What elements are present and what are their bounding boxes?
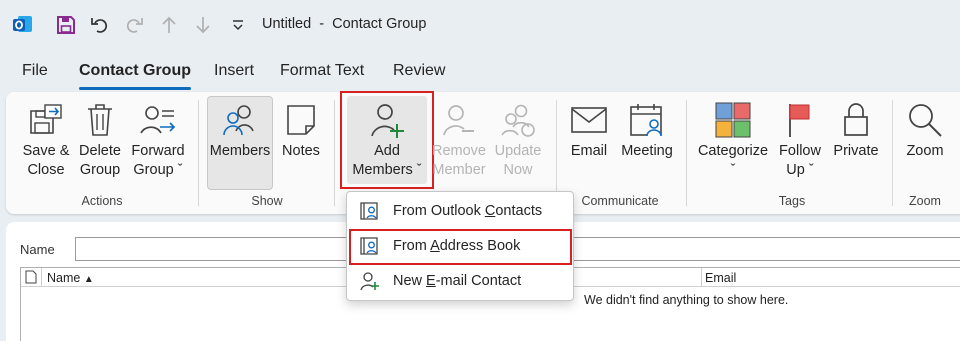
next-item-icon[interactable] [190, 12, 216, 38]
save-icon[interactable] [53, 12, 79, 38]
remove-person-icon [431, 98, 487, 142]
column-divider [41, 268, 42, 287]
delete-group-label-1: Delete [79, 143, 121, 159]
show-group-label: Show [251, 194, 283, 208]
forward-group-button[interactable]: Forward Group ˇ [128, 98, 188, 180]
private-button[interactable]: Private [828, 98, 884, 161]
outlook-icon[interactable] [10, 12, 36, 38]
remove-member-label-2: Member [432, 162, 486, 178]
delete-group-label-2: Group [79, 162, 121, 178]
categorize-icon [696, 98, 770, 142]
follow-up-button[interactable]: Follow Up ˇ [774, 98, 826, 180]
update-people-icon [490, 98, 546, 142]
save-close-icon [19, 98, 73, 142]
notes-button[interactable]: Notes [278, 98, 324, 161]
flag-icon [774, 98, 826, 142]
lock-icon [828, 98, 884, 142]
save-close-label-1: Save & [22, 143, 70, 159]
tab-review[interactable]: Review [393, 62, 445, 80]
contacts-book-icon [347, 201, 393, 221]
notes-icon [278, 98, 324, 142]
follow-up-label-2: Up ˇ [786, 162, 814, 178]
update-now-label-1: Update [494, 143, 542, 159]
remove-member-label-1: Remove [432, 143, 486, 159]
email-button[interactable]: Email [566, 98, 612, 161]
new-contact-icon [347, 271, 393, 291]
zoom-group-label: Zoom [909, 194, 941, 208]
empty-list-message: We didn't find anything to show here. [584, 293, 789, 307]
magnifier-icon [902, 98, 948, 142]
previous-item-icon[interactable] [156, 12, 182, 38]
delete-group-button[interactable]: Delete Group [76, 98, 124, 180]
redo-icon[interactable] [121, 12, 147, 38]
column-header-email[interactable]: Email [705, 271, 736, 285]
ribbon-separator [334, 100, 335, 206]
members-label: Members [209, 143, 271, 159]
from-address-book-highlight [349, 229, 572, 265]
name-label: Name [20, 242, 55, 257]
envelope-icon [566, 98, 612, 142]
communicate-group-label: Communicate [581, 194, 659, 208]
trash-icon [76, 98, 124, 142]
private-label: Private [833, 143, 879, 159]
notes-label: Notes [282, 143, 320, 159]
sort-ascending-icon: ▲ [83, 274, 94, 285]
meeting-calendar-icon [617, 98, 677, 142]
ribbon-separator [892, 100, 893, 206]
menu-item-label: New E-mail Contact [393, 273, 522, 289]
forward-group-icon [128, 98, 188, 142]
tab-file[interactable]: File [22, 62, 48, 80]
actions-group-label: Actions [81, 194, 123, 208]
forward-group-label-2: Group ˇ [133, 162, 183, 178]
remove-member-button[interactable]: Remove Member [431, 98, 487, 180]
ribbon-separator [198, 100, 199, 206]
zoom-button[interactable]: Zoom [902, 98, 948, 161]
forward-group-label-1: Forward [131, 143, 185, 159]
email-label: Email [570, 143, 608, 159]
categorize-label-1: Categorize [697, 143, 769, 159]
tab-format-text[interactable]: Format Text [280, 62, 364, 80]
members-icon [207, 98, 273, 142]
menu-item-from-outlook-contacts[interactable]: From Outlook Contacts [347, 194, 573, 228]
categorize-label-2: ˇ [730, 162, 736, 178]
update-now-label-2: Now [503, 162, 533, 178]
follow-up-label-1: Follow [779, 143, 821, 159]
tab-insert[interactable]: Insert [214, 62, 254, 80]
save-close-button[interactable]: Save & Close [19, 98, 73, 180]
add-members-highlight [340, 91, 434, 189]
categorize-button[interactable]: Categorize ˇ [696, 98, 770, 180]
zoom-label: Zoom [906, 143, 944, 159]
column-divider [701, 268, 702, 287]
column-header-name[interactable]: Name ▲ [47, 271, 94, 285]
undo-icon[interactable] [87, 12, 113, 38]
meeting-label: Meeting [621, 143, 673, 159]
meeting-button[interactable]: Meeting [617, 98, 677, 161]
column-name-label: Name [47, 271, 81, 285]
title-bar: Untitled - Contact Group [0, 0, 960, 50]
entry-type-icon [25, 270, 37, 287]
tags-group-label: Tags [778, 194, 806, 208]
menu-bar: File Contact Group Insert Format Text Re… [0, 62, 960, 90]
menu-item-new-email-contact[interactable]: New E-mail Contact [347, 264, 573, 298]
window-title: Untitled - Contact Group [262, 16, 427, 32]
menu-item-label: From Outlook Contacts [393, 203, 543, 219]
update-now-button[interactable]: Update Now [490, 98, 546, 180]
members-button[interactable]: Members [207, 98, 273, 161]
tab-contact-group[interactable]: Contact Group [79, 62, 191, 90]
ribbon-separator [686, 100, 687, 206]
save-close-label-2: Close [27, 162, 65, 178]
customize-toolbar-icon[interactable] [225, 12, 251, 38]
